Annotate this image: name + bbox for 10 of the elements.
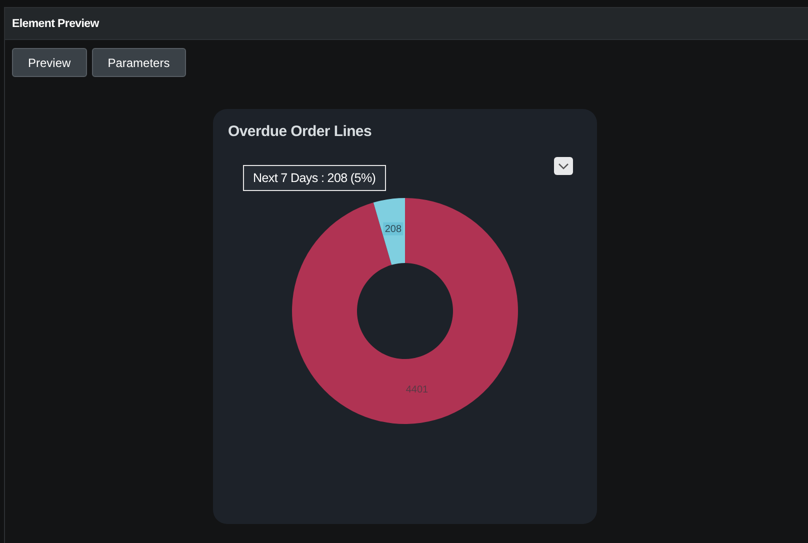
chart-tooltip: Next 7 Days : 208 (5%) [243, 165, 386, 191]
preview-button[interactable]: Preview [12, 48, 87, 77]
chevron-down-icon [558, 162, 569, 170]
slice-label: 208 [384, 224, 402, 235]
slice-label: 4401 [406, 384, 428, 396]
dropdown-button[interactable] [554, 157, 573, 175]
parameters-button[interactable]: Parameters [92, 48, 186, 77]
panel-title: Element Preview [12, 18, 99, 30]
card-title: Overdue Order Lines [228, 123, 372, 140]
donut-slice[interactable] [292, 198, 518, 424]
